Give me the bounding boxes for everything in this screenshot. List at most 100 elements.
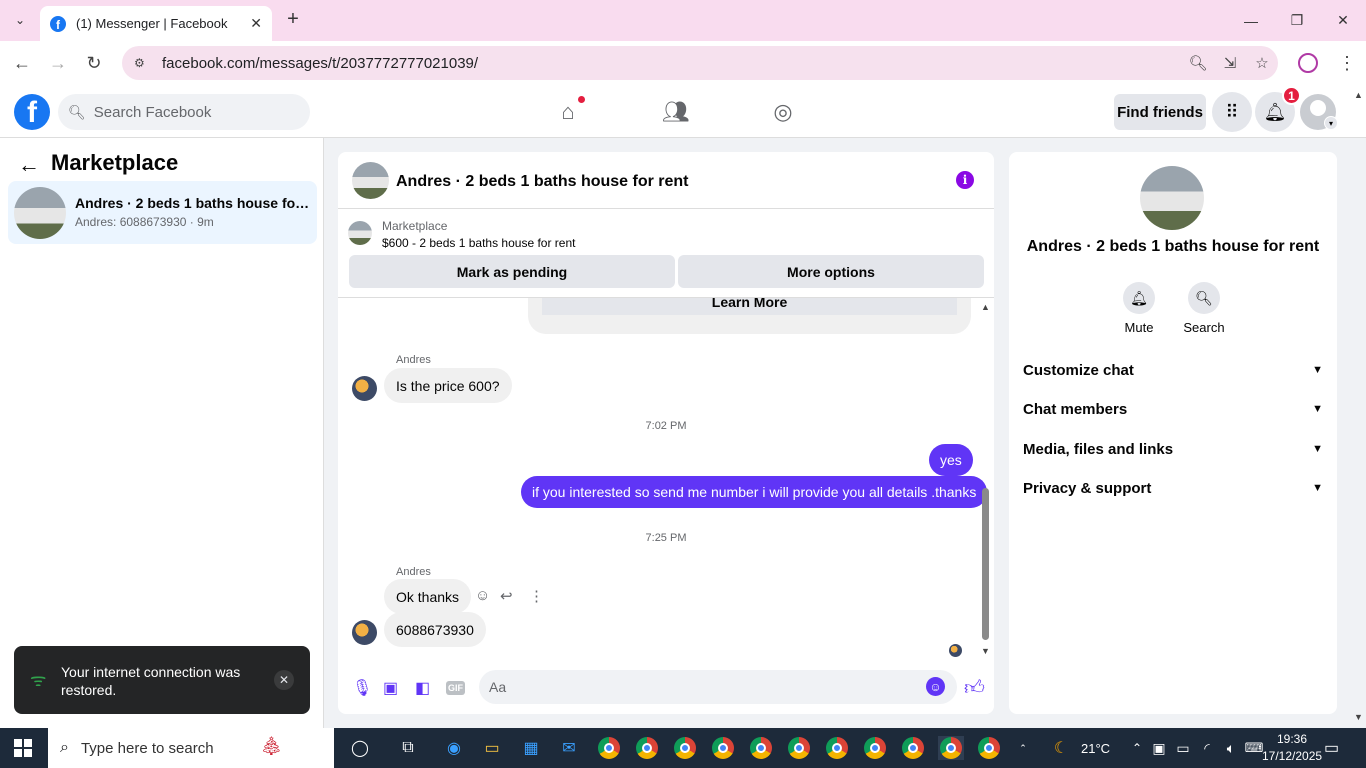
chevron-down-icon[interactable]: ▾ <box>1324 116 1338 130</box>
message-bubble-outgoing[interactable]: yes <box>929 444 973 476</box>
mail-icon[interactable]: ✉ <box>556 736 582 760</box>
chrome-icon-active[interactable] <box>938 736 964 760</box>
search-icon[interactable]: 🔍︎ <box>1188 282 1220 314</box>
browser-tab[interactable]: f (1) Messenger | Facebook ✕ <box>40 6 272 41</box>
notifications-bell-icon[interactable]: 🔔︎ 1 <box>1255 86 1301 132</box>
taskbar-clock[interactable]: 19:36 17/12/2025 <box>1262 731 1322 765</box>
file-explorer-icon[interactable]: ▭ <box>479 736 505 760</box>
message-bubble-incoming[interactable]: 6088673930 <box>384 612 486 647</box>
emoji-icon[interactable]: ☺ <box>926 677 945 696</box>
facebook-search[interactable]: 🔍︎ <box>58 94 310 130</box>
conversation-item[interactable]: Andres · 2 beds 1 baths house for r... A… <box>8 181 317 244</box>
learn-more-button[interactable]: Learn More <box>542 298 957 315</box>
listing-avatar-large[interactable] <box>1140 166 1204 230</box>
bell-icon[interactable]: 🔔︎ <box>1123 282 1155 314</box>
back-arrow-icon[interactable]: ← <box>18 152 40 178</box>
message-bubble-outgoing[interactable]: if you interested so send me number i wi… <box>521 476 988 508</box>
sticker-icon[interactable]: ◧ <box>415 678 430 698</box>
react-emoji-icon[interactable]: ☺ <box>475 587 490 604</box>
chrome-icon[interactable] <box>900 736 926 760</box>
close-tab-icon[interactable]: ✕ <box>250 15 262 32</box>
friends-icon[interactable]: 👥︎ <box>662 98 690 126</box>
privacy-support-row[interactable]: Privacy & support ▼ <box>1023 476 1323 500</box>
customize-chat-row[interactable]: Customize chat ▼ <box>1023 358 1323 382</box>
thread-scrollbar[interactable] <box>982 488 989 640</box>
overflow-chevron-icon[interactable]: ⌃ <box>1010 736 1036 760</box>
site-info-icon[interactable]: ⚙ <box>134 56 150 70</box>
back-icon[interactable]: ← <box>10 51 34 75</box>
reload-icon[interactable]: ↻ <box>82 51 106 75</box>
install-icon[interactable]: ⇲ <box>1214 54 1246 72</box>
listing-thumbnail-small[interactable] <box>348 221 372 245</box>
chrome-icon[interactable] <box>748 736 774 760</box>
star-icon[interactable]: ☆ <box>1246 54 1278 72</box>
close-icon[interactable]: ✕ <box>274 670 294 690</box>
message-thread: Learn More Andres Is the price 600? 7:02… <box>338 298 994 658</box>
scroll-down-icon[interactable]: ▼ <box>981 646 990 656</box>
message-input-box[interactable]: ☺ <box>479 670 957 704</box>
thumbs-up-icon[interactable]: 👍︎ <box>964 676 985 700</box>
mark-as-pending-button[interactable]: Mark as pending <box>349 255 675 288</box>
restore-icon[interactable]: ❐ <box>1274 0 1320 41</box>
reply-icon[interactable]: ↩ <box>500 587 513 605</box>
network-icon[interactable]: ◜ <box>1194 736 1220 760</box>
edge-icon[interactable]: ◉ <box>441 736 467 760</box>
taskbar-search[interactable]: ⌕ Type here to search 🎄︎ <box>48 728 334 768</box>
groups-icon[interactable]: ◎ <box>769 98 797 126</box>
store-icon[interactable]: ▦ <box>518 736 544 760</box>
chrome-icon[interactable] <box>824 736 850 760</box>
home-icon[interactable]: ⌂ <box>554 96 585 126</box>
scroll-up-icon[interactable]: ▲ <box>981 302 990 312</box>
media-files-links-row[interactable]: Media, files and links ▼ <box>1023 437 1323 461</box>
sender-avatar[interactable] <box>352 376 377 401</box>
more-actions-icon[interactable]: ⋮ <box>529 587 544 605</box>
find-friends-button[interactable]: Find friends <box>1114 94 1206 130</box>
menu-grid-icon[interactable]: ⠿ <box>1212 92 1252 132</box>
forward-icon[interactable]: → <box>46 51 70 75</box>
profile-icon[interactable] <box>1298 53 1318 73</box>
windows-start-icon[interactable] <box>14 739 32 757</box>
chrome-icon[interactable] <box>634 736 660 760</box>
sender-avatar[interactable] <box>352 620 377 645</box>
close-window-icon[interactable]: ✕ <box>1320 0 1366 41</box>
minimize-icon[interactable]: — <box>1228 0 1274 41</box>
chrome-icon[interactable] <box>786 736 812 760</box>
page-scroll-down-icon[interactable]: ▼ <box>1354 712 1363 722</box>
meet-icon[interactable]: ▣ <box>1146 736 1172 760</box>
gif-icon[interactable]: GIF <box>446 681 465 695</box>
chat-members-row[interactable]: Chat members ▼ <box>1023 397 1323 421</box>
photo-icon[interactable]: ▣ <box>383 678 398 698</box>
message-card: Learn More <box>528 298 971 334</box>
message-input[interactable] <box>489 679 909 695</box>
chrome-icon[interactable] <box>862 736 888 760</box>
task-view-icon[interactable]: ⧉ <box>395 736 421 760</box>
chrome-icon[interactable] <box>976 736 1002 760</box>
more-options-button[interactable]: More options <box>678 255 984 288</box>
chrome-icon[interactable] <box>672 736 698 760</box>
mute-action[interactable]: 🔔︎ Mute <box>1109 282 1169 335</box>
facebook-logo-icon[interactable]: f <box>14 94 50 130</box>
message-bubble-incoming[interactable]: Ok thanks <box>384 579 472 614</box>
new-tab-plus-icon[interactable]: + <box>282 8 304 30</box>
listing-price-title[interactable]: $600 - 2 beds 1 baths house for rent <box>382 236 575 250</box>
url-text[interactable]: facebook.com/messages/t/2037772777021039… <box>162 55 1182 72</box>
more-icon[interactable]: ⋮ <box>1338 53 1356 74</box>
cortana-icon[interactable]: ◯ <box>347 736 373 760</box>
chrome-icon[interactable] <box>596 736 622 760</box>
search-input[interactable] <box>93 103 294 121</box>
chat-avatar[interactable] <box>352 162 389 199</box>
battery-icon[interactable]: ▭ <box>1170 736 1196 760</box>
omnibox[interactable]: ⚙ facebook.com/messages/t/20377727770210… <box>122 46 1278 80</box>
chat-title[interactable]: Andres · 2 beds 1 baths house for rent <box>396 173 689 191</box>
microphone-icon[interactable]: 🎙︎ <box>352 678 372 698</box>
info-icon[interactable]: i <box>956 171 974 189</box>
notification-center-icon[interactable]: ▭ <box>1324 738 1339 758</box>
weather-icon[interactable]: ☾ <box>1048 736 1074 760</box>
page-scroll-up-icon[interactable]: ▲ <box>1354 90 1363 100</box>
tab-dropdown-icon[interactable]: ⌄ <box>8 8 32 32</box>
weather-temp[interactable]: 21°C <box>1081 728 1110 768</box>
zoom-icon[interactable]: 🔍︎ <box>1182 54 1214 72</box>
search-action[interactable]: 🔍︎ Search <box>1174 282 1234 335</box>
chrome-icon[interactable] <box>710 736 736 760</box>
message-bubble-incoming[interactable]: Is the price 600? <box>384 368 512 403</box>
